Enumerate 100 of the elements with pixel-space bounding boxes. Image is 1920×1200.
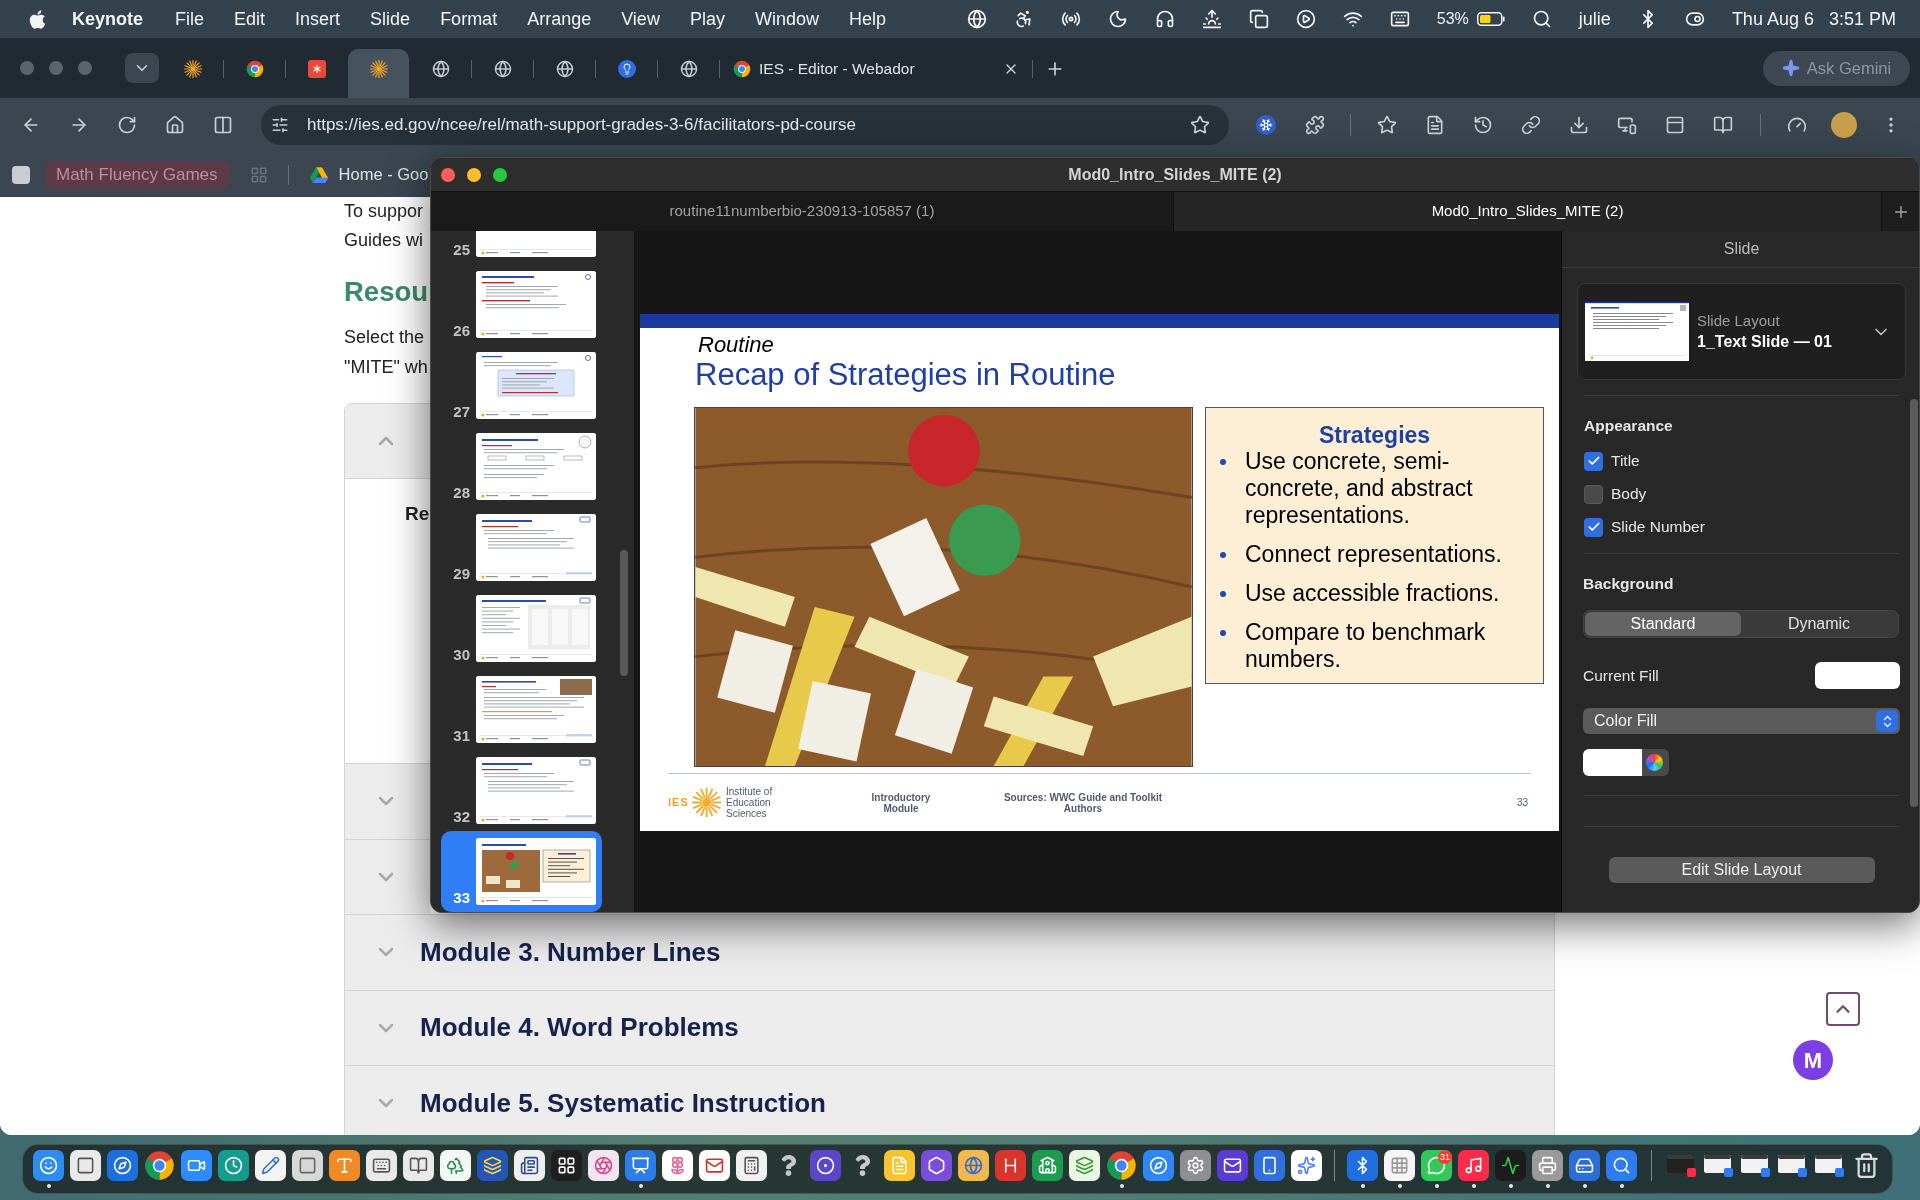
- accordion-header[interactable]: Module 5. Systematic Instruction: [345, 1066, 1554, 1135]
- document-icon[interactable]: [1425, 115, 1445, 135]
- menu-item[interactable]: View: [621, 5, 660, 33]
- compass-icon[interactable]: [107, 1150, 138, 1181]
- slide-list-item[interactable]: 26: [441, 264, 602, 345]
- browser-tab[interactable]: IES - Editor - Webador: [720, 49, 1032, 98]
- slide-list-item[interactable]: 28: [441, 426, 602, 507]
- window-thumbnail-icon[interactable]: [1777, 1154, 1808, 1178]
- globe-icon[interactable]: [958, 1150, 989, 1181]
- slide-layout-picker[interactable]: Slide Layout 1_Text Slide — 01: [1577, 283, 1906, 380]
- calculator-icon[interactable]: [736, 1150, 767, 1181]
- segmented-control[interactable]: Standard Dynamic: [1583, 610, 1899, 638]
- fill-swatch[interactable]: [1815, 662, 1900, 689]
- play-icon[interactable]: [1295, 9, 1316, 29]
- layers-icon[interactable]: [477, 1150, 508, 1181]
- broadcast-icon[interactable]: [1060, 9, 1081, 29]
- video-camera-icon[interactable]: [181, 1150, 212, 1181]
- square-icon[interactable]: [292, 1150, 323, 1181]
- heading-icon[interactable]: [995, 1150, 1026, 1181]
- slide-list-item[interactable]: 32: [441, 750, 602, 831]
- menu-item[interactable]: Format: [440, 5, 498, 33]
- bookmark[interactable]: Home - Goo: [309, 162, 429, 187]
- sparkle-icon[interactable]: [1291, 1150, 1322, 1181]
- menu-item[interactable]: Edit: [234, 5, 266, 33]
- search-icon[interactable]: [1531, 9, 1552, 29]
- circle-logo-icon[interactable]: [144, 1150, 175, 1181]
- keyboard-icon[interactable]: [1389, 9, 1410, 29]
- menu-item[interactable]: Window: [754, 5, 819, 33]
- globe-icon[interactable]: [966, 9, 987, 29]
- school-icon[interactable]: [1032, 1150, 1063, 1181]
- fill-type-select[interactable]: Color Fill: [1583, 708, 1900, 734]
- grid-icon[interactable]: [1384, 1150, 1415, 1181]
- reload-icon[interactable]: [117, 115, 137, 135]
- square-icon[interactable]: [12, 165, 30, 184]
- accordion-header[interactable]: Module 3. Number Lines: [345, 915, 1554, 990]
- document-icon[interactable]: [884, 1150, 915, 1181]
- link-icon[interactable]: [1521, 115, 1541, 135]
- window-thumbnail-icon[interactable]: [1814, 1154, 1845, 1178]
- slide-list-item[interactable]: 33: [441, 831, 602, 912]
- keyboard-icon[interactable]: [366, 1150, 397, 1181]
- minimize-button[interactable]: [467, 167, 481, 182]
- home-icon[interactable]: [165, 115, 185, 135]
- music-note-icon[interactable]: [1458, 1150, 1489, 1181]
- edit-layout-button[interactable]: Edit Slide Layout: [1608, 857, 1875, 883]
- envelope-icon[interactable]: [699, 1150, 730, 1181]
- battery-icon[interactable]: [1476, 12, 1505, 26]
- headphones-icon[interactable]: [1154, 9, 1175, 29]
- segment[interactable]: Dynamic: [1741, 612, 1897, 636]
- star-icon[interactable]: [1377, 115, 1397, 135]
- presentation-icon[interactable]: [625, 1150, 656, 1181]
- snowflake-icon[interactable]: [1256, 115, 1276, 135]
- circle-logo-icon[interactable]: [1106, 1150, 1137, 1181]
- phone-icon[interactable]: [1254, 1150, 1285, 1181]
- checkbox[interactable]: [1584, 517, 1603, 537]
- tab-search-button[interactable]: [125, 53, 159, 83]
- overlapping-squares-icon[interactable]: [1248, 9, 1269, 29]
- compass-icon[interactable]: [1143, 1150, 1174, 1181]
- slide-list-item[interactable]: 25: [441, 231, 602, 264]
- wifi-icon[interactable]: [1342, 9, 1363, 29]
- avatar-icon[interactable]: [1831, 112, 1857, 138]
- grid-icon[interactable]: [551, 1150, 582, 1181]
- history-icon[interactable]: [1473, 115, 1493, 135]
- scrollbar[interactable]: [1910, 399, 1918, 807]
- slide-list-item[interactable]: 27: [441, 345, 602, 426]
- menu-bar-date[interactable]: Thu Aug 6: [1731, 5, 1814, 33]
- menu-bar-time[interactable]: 3:51 PM: [1828, 5, 1896, 33]
- close-button[interactable]: [20, 61, 34, 75]
- book-icon[interactable]: [403, 1150, 434, 1181]
- address-field[interactable]: https://ies.ed.gov/ncee/rel/math-support-grades-3-6/facilitators-pd-course: [261, 105, 1229, 145]
- devices-icon[interactable]: [1617, 115, 1637, 135]
- scrollbar[interactable]: [620, 550, 628, 676]
- menu-item[interactable]: Play: [689, 5, 725, 33]
- slide-list-item[interactable]: 31: [441, 669, 602, 750]
- color-well[interactable]: [1583, 749, 1669, 776]
- book-icon[interactable]: [1713, 115, 1733, 135]
- star-icon[interactable]: [1190, 115, 1210, 135]
- menu-item[interactable]: Insert: [295, 5, 341, 33]
- menu-item[interactable]: Arrange: [527, 5, 592, 33]
- close-button[interactable]: [441, 167, 455, 182]
- document-tab[interactable]: Mod0_Intro_Slides_MITE (2): [1174, 192, 1882, 231]
- toggles-icon[interactable]: [1684, 9, 1705, 29]
- flower-icon[interactable]: [662, 1150, 693, 1181]
- slide-list-item[interactable]: 30: [441, 588, 602, 669]
- split-view-icon[interactable]: [213, 115, 233, 135]
- tree-icon[interactable]: [440, 1150, 471, 1181]
- type-icon[interactable]: [329, 1150, 360, 1181]
- menu-item[interactable]: File: [175, 5, 205, 33]
- bluetooth-icon[interactable]: [1347, 1150, 1378, 1181]
- pencil-icon[interactable]: [255, 1150, 286, 1181]
- layers-icon[interactable]: [1069, 1150, 1100, 1181]
- smiling-face-icon[interactable]: [33, 1150, 64, 1181]
- gauge-icon[interactable]: [1787, 115, 1807, 135]
- ring-icon[interactable]: [810, 1150, 841, 1181]
- download-icon[interactable]: [1569, 115, 1589, 135]
- slide-list-item[interactable]: 29: [441, 507, 602, 588]
- puzzle-icon[interactable]: [1305, 115, 1325, 135]
- newspaper-icon[interactable]: [514, 1150, 545, 1181]
- search-icon[interactable]: [1606, 1150, 1637, 1181]
- window-thumbnail-icon[interactable]: [1740, 1154, 1771, 1178]
- document-tab[interactable]: routine11numberbio-230913-105857 (1): [431, 192, 1174, 231]
